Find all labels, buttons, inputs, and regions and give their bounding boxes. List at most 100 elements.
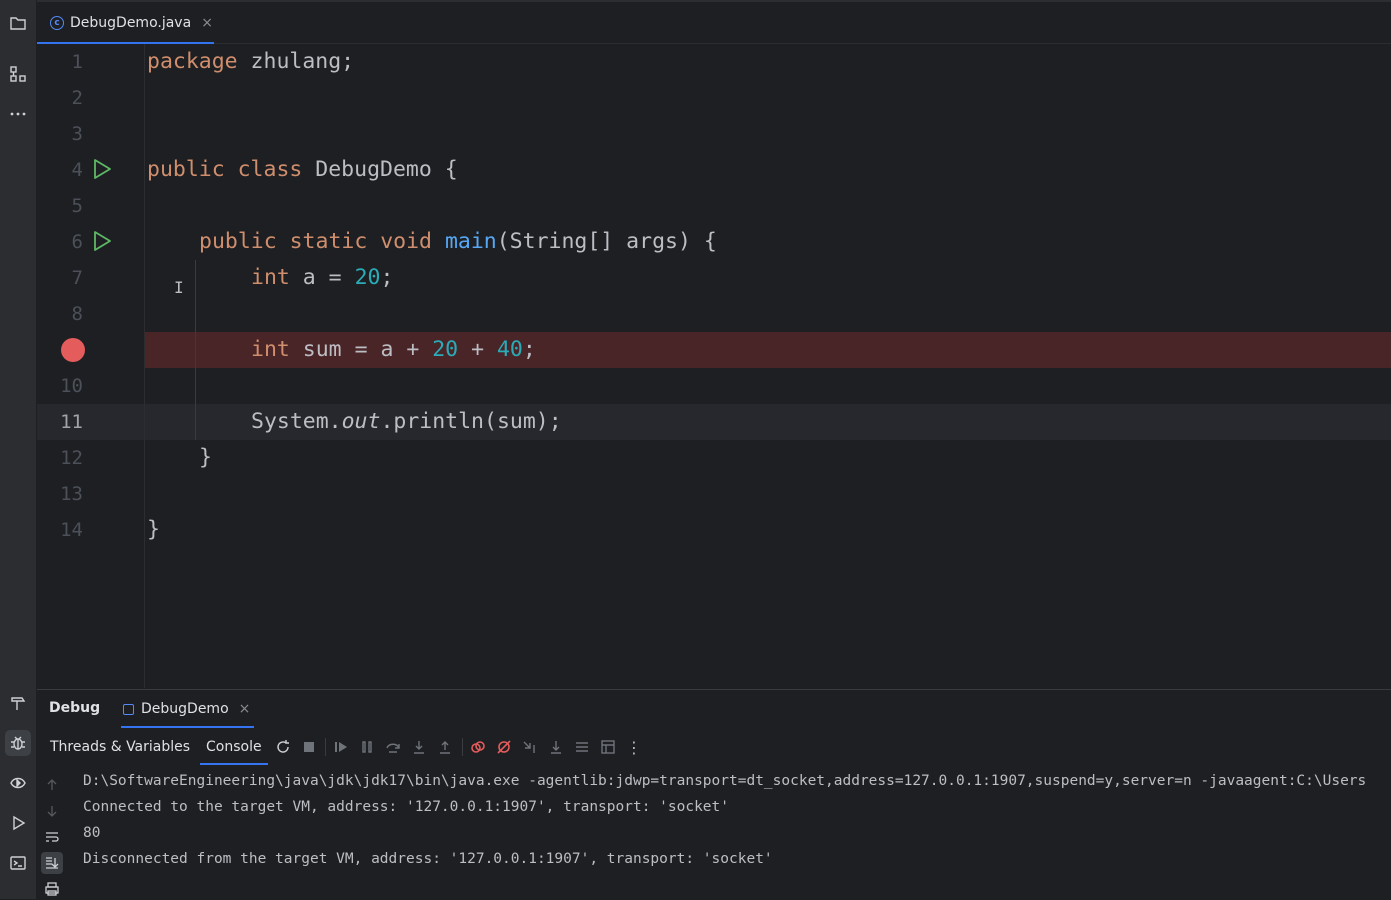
keyword: int [251, 265, 290, 290]
frames-icon[interactable] [574, 739, 590, 755]
active-tab-underline [121, 726, 254, 728]
step-into-icon[interactable] [411, 739, 427, 755]
tab-threads-variables[interactable]: Threads & Variables [50, 729, 190, 765]
scroll-up-icon[interactable] [41, 774, 63, 796]
pause-icon[interactable] [359, 739, 375, 755]
debug-session-tab[interactable]: DebugDemo × [121, 690, 254, 728]
debug-header: Debug DebugDemo × [37, 690, 1391, 728]
text-cursor-icon: I [174, 278, 184, 297]
code-text: sum = a + [289, 337, 433, 362]
keyword: package [147, 49, 238, 74]
soft-wrap-icon[interactable] [41, 826, 63, 848]
keyword: public static void [199, 229, 432, 254]
rerun-icon[interactable] [275, 739, 291, 755]
code-text: zhulang; [237, 49, 355, 74]
code-line-11: System.out.println(sum); [251, 404, 562, 440]
debug-bug-icon[interactable] [5, 730, 31, 756]
editor-tab-label: DebugDemo.java [70, 14, 192, 31]
left-tool-strip [0, 0, 37, 899]
current-line-highlight [37, 404, 1391, 440]
more-tools-icon[interactable] [5, 101, 31, 127]
evaluate-icon[interactable] [600, 739, 616, 755]
console-line: D:\SoftwareEngineering\java\jdk\jdk17\bi… [83, 773, 1367, 789]
code-line-1: package zhulang; [147, 44, 354, 80]
close-icon[interactable]: × [201, 15, 213, 31]
code-editor[interactable]: 1 2 3 4 5 6 7 8 10 11 12 13 14 package z… [37, 44, 1391, 688]
number-literal: 40 [496, 337, 523, 362]
debug-panel-title: Debug [49, 700, 101, 716]
resume-icon[interactable] [333, 739, 349, 755]
line-number: 7 [71, 267, 83, 289]
line-number: 3 [71, 123, 83, 145]
run-to-cursor-icon[interactable] [522, 739, 538, 755]
services-icon[interactable] [5, 770, 31, 796]
code-line-9: int sum = a + 20 + 40; [251, 332, 536, 368]
step-out-icon[interactable] [437, 739, 453, 755]
debug-tool-window: Debug DebugDemo × Threads & Variables Co… [37, 689, 1391, 900]
number-literal: 20 [432, 337, 459, 362]
more-options-icon[interactable]: ⋮ [626, 738, 642, 757]
line-number: 2 [71, 87, 83, 109]
java-class-icon: c [50, 15, 64, 30]
code-text: a = [289, 265, 355, 290]
line-number: 4 [71, 159, 83, 181]
console-line: 80 [83, 825, 101, 841]
line-number: 12 [60, 447, 83, 469]
code-line-7: int a = 20; [251, 260, 393, 296]
line-number: 13 [60, 483, 83, 505]
project-folder-icon[interactable] [5, 10, 31, 36]
code-text: ; [522, 337, 536, 362]
line-number: 5 [71, 195, 83, 217]
code-text: .println(sum); [380, 409, 562, 434]
run-icon[interactable] [5, 810, 31, 836]
toolbar-separator [462, 738, 463, 756]
indent-guide [195, 260, 196, 440]
scroll-down-icon[interactable] [41, 800, 63, 822]
code-text: + [458, 337, 497, 362]
tab-console[interactable]: Console [200, 729, 268, 765]
code-text: System. [251, 409, 342, 434]
code-line-12: } [199, 445, 212, 470]
editor-tab-debugdemo[interactable]: c DebugDemo.java × [37, 2, 214, 44]
step-over-icon[interactable] [385, 739, 401, 755]
close-icon[interactable]: × [239, 701, 251, 717]
scroll-to-end-icon[interactable] [41, 852, 63, 874]
console-output[interactable]: D:\SoftwareEngineering\java\jdk\jdk17\bi… [83, 768, 1391, 900]
run-gutter-icon[interactable] [91, 230, 113, 252]
code-line-4: public class DebugDemo { [147, 152, 458, 188]
line-number: 8 [71, 303, 83, 325]
code-text: (String[] args) { [496, 229, 717, 254]
terminal-icon[interactable] [5, 850, 31, 876]
structure-icon[interactable] [5, 61, 31, 87]
debug-session-label: DebugDemo [141, 701, 229, 717]
code-line-14: } [147, 517, 160, 542]
line-number: 14 [60, 519, 83, 541]
run-gutter-icon[interactable] [91, 158, 113, 180]
keyword: int [251, 337, 290, 362]
stop-icon[interactable] [301, 739, 317, 755]
view-breakpoints-icon[interactable] [470, 739, 486, 755]
breakpoint-icon[interactable] [61, 338, 85, 362]
line-number-current: 11 [60, 411, 83, 433]
keyword: public class [147, 157, 303, 182]
build-hammer-icon[interactable] [5, 690, 31, 716]
print-icon[interactable] [41, 878, 63, 900]
mute-breakpoints-icon[interactable] [496, 739, 512, 755]
code-line-6: public static void main(String[] args) { [199, 224, 717, 260]
app-config-icon [123, 703, 134, 715]
editor-tab-bar: c DebugDemo.java × [37, 2, 1391, 44]
code-text: DebugDemo { [302, 157, 458, 182]
line-number: 10 [60, 375, 83, 397]
line-number: 6 [71, 231, 83, 253]
tab-console-label: Console [206, 739, 262, 755]
toolbar-separator [325, 738, 326, 756]
debug-toolbar: Threads & Variables Console ⋮ [37, 729, 1391, 765]
force-step-icon[interactable] [548, 739, 564, 755]
active-tab-underline [200, 763, 268, 765]
number-literal: 20 [354, 265, 381, 290]
method-name: main [444, 229, 497, 254]
code-text: ; [380, 265, 394, 290]
console-line: Connected to the target VM, address: '12… [83, 799, 730, 815]
line-number: 1 [71, 51, 83, 73]
console-line: Disconnected from the target VM, address… [83, 851, 773, 867]
